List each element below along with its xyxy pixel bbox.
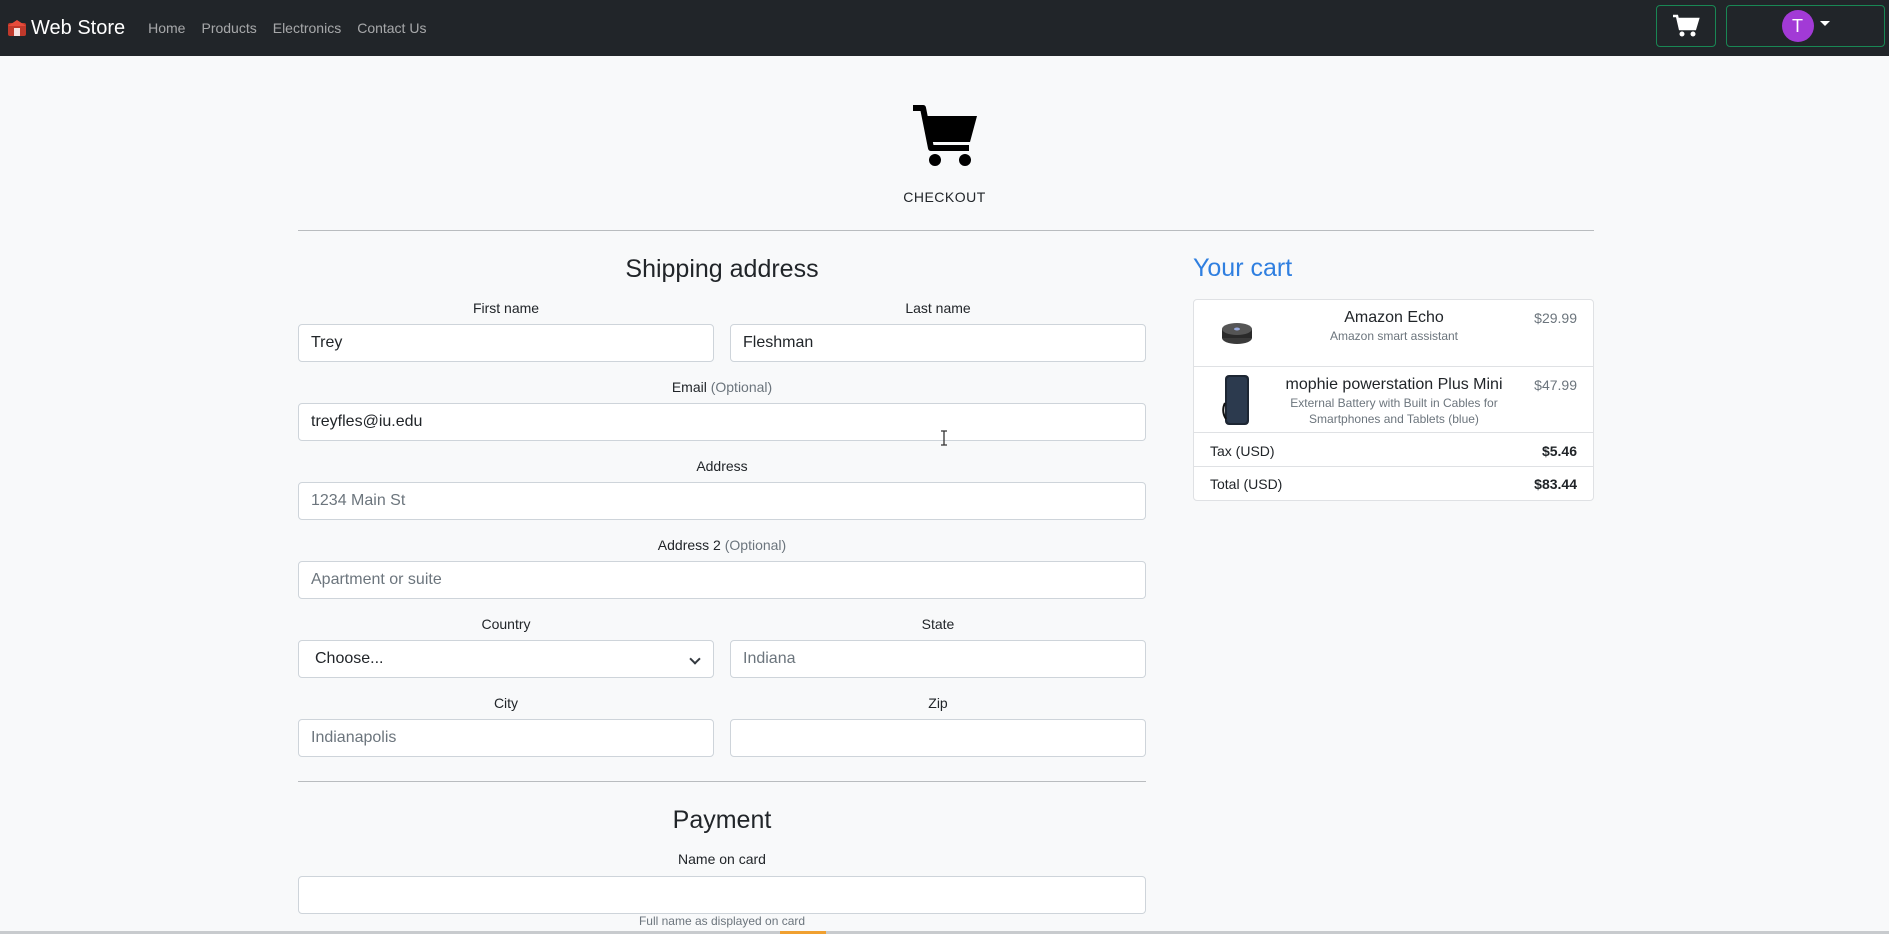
city-input[interactable]: Indianapolis [298,719,714,757]
nav-link-home[interactable]: Home [148,20,185,36]
page-title: CHECKOUT [903,189,986,205]
text-cursor-icon [941,430,947,446]
address-input[interactable]: 1234 Main St [298,482,1146,520]
tax-value: $5.46 [1541,443,1577,459]
zip-label: Zip [928,695,948,711]
cart-summary: Amazon Echo Amazon smart assistant $29.9… [1193,299,1594,501]
email-label: Email (Optional) [298,379,1146,395]
user-menu-button[interactable]: T [1726,5,1885,47]
cart-title: Your cart [1193,254,1293,282]
last-name-label: Last name [905,300,971,316]
name-on-card-label: Name on card [678,851,766,867]
city-label: City [493,695,519,711]
cart-item-price: $47.99 [1534,377,1577,393]
email-optional-text: (Optional) [710,379,773,395]
cart-tax-row: Tax (USD) $5.46 [1194,433,1593,467]
cart-item: mophie powerstation Plus Mini External B… [1194,367,1593,433]
store-logo-icon [8,20,26,36]
address2-label-text: Address 2 [657,537,721,553]
name-on-card-input[interactable] [298,876,1146,914]
first-name-input[interactable]: Trey [298,324,714,362]
address2-input[interactable]: Apartment or suite [298,561,1146,599]
cart-icon [1673,14,1700,37]
navbar: Web Store Home Products Electronics Cont… [0,0,1889,56]
country-select[interactable]: Choose... [298,640,714,678]
address2-label: Address 2 (Optional) [298,537,1146,553]
first-name-label: First name [472,300,540,316]
cart-button[interactable] [1656,5,1716,47]
email-input[interactable]: treyfles@iu.edu [298,403,1146,441]
mophie-battery-image [1222,375,1249,425]
nav-link-electronics[interactable]: Electronics [273,20,341,36]
shopping-cart-icon [913,105,977,166]
email-label-text: Email [671,379,707,395]
state-input[interactable]: Indiana [730,640,1146,678]
country-select-value: Choose... [315,650,384,667]
cart-item-name: mophie powerstation Plus Mini [1285,376,1503,393]
country-label: Country [481,616,531,632]
chevron-down-icon [689,653,701,665]
header-divider [298,230,1594,231]
cart-item: Amazon Echo Amazon smart assistant $29.9… [1194,300,1593,367]
section-divider [298,781,1146,782]
nav-link-products[interactable]: Products [201,20,256,36]
nav-links: Home Products Electronics Contact Us [148,20,442,36]
nav-link-contact-us[interactable]: Contact Us [357,20,426,36]
tax-label: Tax (USD) [1210,443,1275,459]
total-label: Total (USD) [1210,476,1283,492]
cart-item-description: External Battery with Built in Cables fo… [1290,396,1498,426]
brand-name: Web Store [31,16,126,39]
cart-item-name: Amazon Echo [1344,309,1444,326]
address-label: Address [696,458,748,474]
payment-title: Payment [672,806,772,834]
name-on-card-help: Full name as displayed on card [638,914,806,928]
cart-total-row: Total (USD) $83.44 [1194,467,1593,500]
caret-down-icon [1819,20,1830,26]
cart-item-description: Amazon smart assistant [1329,329,1459,343]
address2-optional-text: (Optional) [724,537,787,553]
zip-input[interactable] [730,719,1146,757]
brand-link[interactable]: Web Store [5,16,125,40]
last-name-input[interactable]: Fleshman [730,324,1146,362]
avatar: T [1781,10,1814,42]
cart-item-price: $29.99 [1534,310,1577,326]
shipping-title: Shipping address [625,255,819,283]
amazon-echo-image [1222,323,1252,344]
total-value: $83.44 [1534,476,1577,492]
state-label: State [921,616,955,632]
